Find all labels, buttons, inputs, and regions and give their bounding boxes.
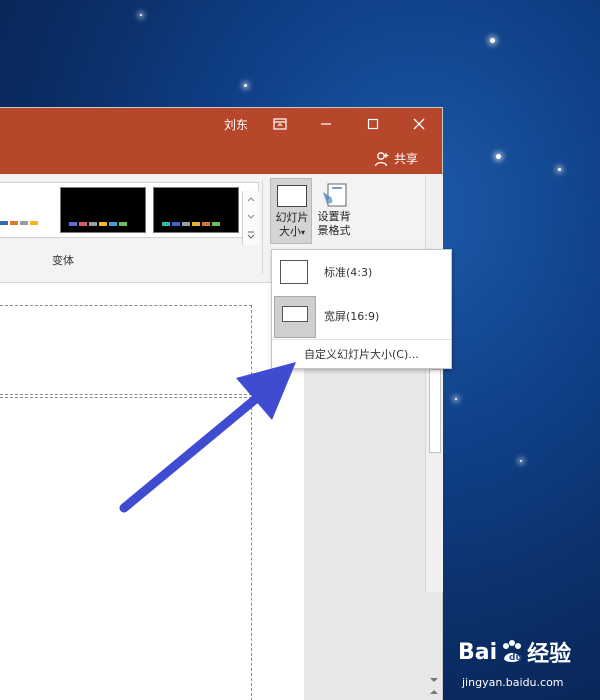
minimize-icon bbox=[321, 123, 331, 125]
more-icon bbox=[247, 231, 255, 239]
standard-ratio-icon bbox=[280, 260, 308, 284]
slide-size-dropdown: 标准(4:3) 宽屏(16:9) 自定义幻灯片大小(C)... bbox=[271, 249, 452, 369]
vertical-scrollbar[interactable] bbox=[425, 175, 443, 694]
title-placeholder[interactable] bbox=[0, 305, 252, 395]
menu-divider bbox=[272, 339, 451, 340]
close-button[interactable] bbox=[407, 114, 431, 134]
menu-item-standard-label: 标准(4:3) bbox=[324, 266, 373, 279]
svg-text:du: du bbox=[509, 653, 522, 663]
star-decoration bbox=[490, 38, 495, 43]
baidu-jingyan-watermark: Bai du 经验 jingyan.baidu.com bbox=[458, 636, 598, 698]
powerpoint-window: 刘东 共享 变体 bbox=[0, 108, 442, 700]
slide-size-button[interactable]: 幻灯片 大小▾ bbox=[270, 178, 312, 244]
menu-item-standard[interactable]: 标准(4:3) bbox=[272, 250, 451, 294]
chevron-down-icon bbox=[247, 214, 255, 219]
star-decoration bbox=[558, 168, 561, 171]
account-name[interactable]: 刘东 bbox=[224, 116, 248, 133]
scrollbar-thumb[interactable] bbox=[429, 369, 441, 453]
minimize-button[interactable] bbox=[314, 114, 338, 134]
maximize-icon bbox=[367, 118, 379, 130]
share-label: 共享 bbox=[394, 152, 419, 166]
scroll-down-icon[interactable] bbox=[428, 675, 440, 685]
star-decoration bbox=[520, 460, 522, 462]
menu-item-widescreen[interactable]: 宽屏(16:9) bbox=[272, 294, 451, 338]
share-button[interactable]: 共享 bbox=[374, 150, 418, 167]
paw-icon: du bbox=[503, 640, 522, 663]
slide-size-icon bbox=[277, 185, 307, 207]
content-placeholder[interactable] bbox=[0, 397, 252, 700]
baidu-logo: Bai du 经验 bbox=[458, 636, 571, 668]
dropdown-arrow-icon: ▾ bbox=[300, 228, 305, 237]
variant-thumbnail[interactable] bbox=[60, 187, 146, 233]
gallery-scroll[interactable] bbox=[242, 191, 259, 245]
slide-size-label-line2: 大小▾ bbox=[278, 225, 305, 238]
person-add-icon bbox=[374, 151, 389, 166]
watermark-url: jingyan.baidu.com bbox=[462, 676, 564, 689]
group-divider bbox=[262, 180, 263, 274]
chevron-up-icon bbox=[247, 197, 255, 202]
maximize-button[interactable] bbox=[361, 114, 385, 134]
scroll-up-icon[interactable] bbox=[428, 687, 440, 697]
star-decoration bbox=[140, 14, 142, 16]
star-decoration bbox=[244, 84, 247, 87]
variant-thumbnail[interactable] bbox=[153, 187, 239, 233]
variants-gallery bbox=[0, 182, 259, 245]
format-background-label-line2: 景格式 bbox=[317, 224, 351, 237]
ribbon-display-icon bbox=[273, 118, 287, 130]
format-background-label-line1: 设置背 bbox=[317, 210, 351, 223]
slide-size-label-line1: 幻灯片 bbox=[275, 211, 309, 224]
format-background-icon bbox=[323, 183, 347, 207]
slide-canvas[interactable] bbox=[0, 283, 304, 700]
menu-item-custom-size[interactable]: 自定义幻灯片大小(C)... bbox=[304, 346, 419, 362]
brand-suffix: 经验 bbox=[527, 642, 572, 667]
menu-item-widescreen-label: 宽屏(16:9) bbox=[324, 310, 380, 323]
format-background-button[interactable]: 设置背 景格式 bbox=[314, 178, 354, 244]
star-decoration bbox=[455, 398, 457, 400]
ribbon-display-options-button[interactable] bbox=[268, 114, 292, 134]
title-bar: 刘东 共享 bbox=[0, 108, 442, 174]
close-icon bbox=[413, 118, 425, 130]
widescreen-ratio-icon bbox=[282, 306, 308, 322]
variant-thumbnail[interactable] bbox=[0, 187, 44, 231]
star-decoration bbox=[496, 154, 501, 159]
brand-text: Bai bbox=[458, 639, 498, 665]
variants-group-label: 变体 bbox=[52, 254, 74, 267]
